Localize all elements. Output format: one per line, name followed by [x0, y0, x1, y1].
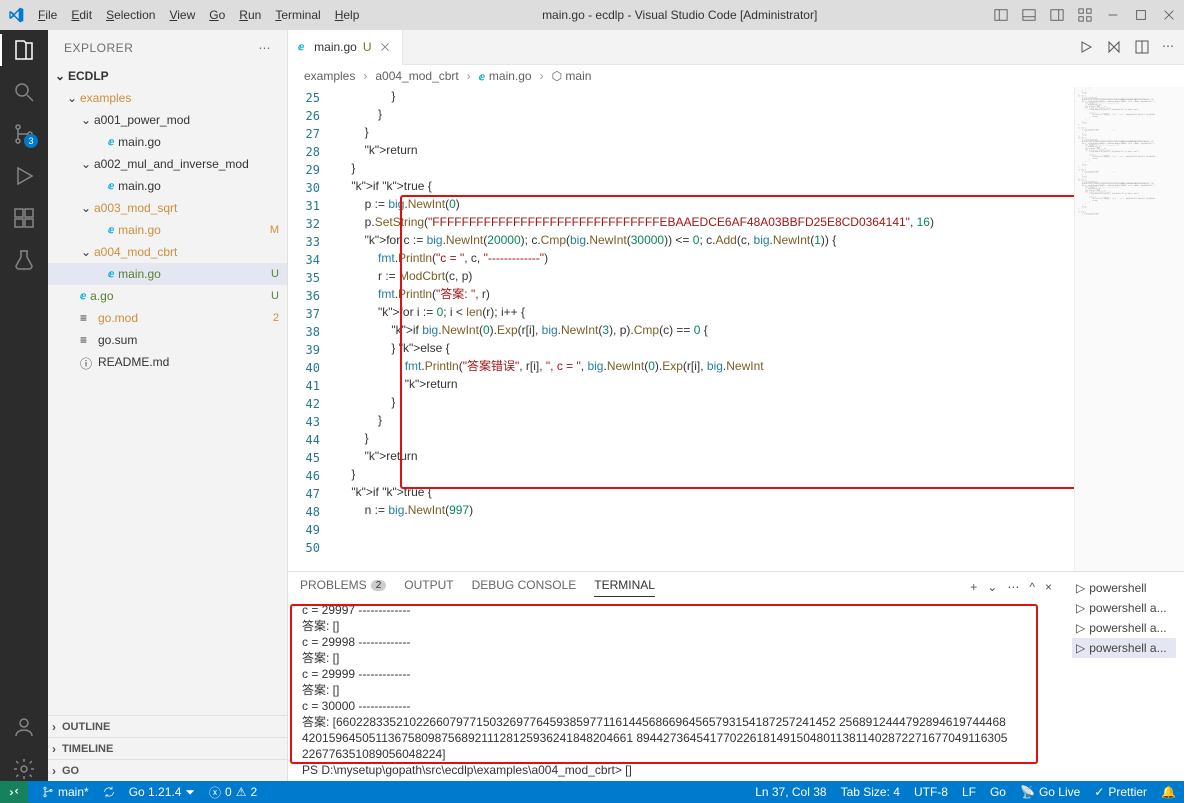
sidebar-section[interactable]: › OUTLINE [48, 715, 287, 737]
maximize-panel-icon[interactable]: ^ [1029, 580, 1035, 594]
split-icon[interactable] [1134, 39, 1150, 55]
search-icon[interactable] [12, 80, 36, 104]
explorer-header: EXPLORER ⋯ [48, 30, 287, 65]
tab-size[interactable]: Tab Size: 4 [841, 785, 900, 799]
notifications-icon[interactable]: 🔔 [1161, 785, 1176, 799]
terminal-item[interactable]: ▷ powershell a... [1072, 618, 1176, 638]
menu-run[interactable]: Run [233, 4, 267, 26]
tree-item[interactable]: ⅇa.goU [48, 285, 287, 307]
workspace-root[interactable]: ⌄ECDLP [48, 65, 287, 87]
menu-selection[interactable]: Selection [100, 4, 161, 26]
run-debug-icon[interactable] [12, 164, 36, 188]
editor-body[interactable]: 2526272829303132333435363738394041424344… [288, 87, 1184, 571]
more-icon[interactable]: ⋯ [259, 41, 272, 55]
editor-area: ⅇ main.go U ⋯ examplesa004_mod_cbrtⅇmain… [288, 30, 1184, 781]
go-version[interactable]: Go 1.21.4 ⏷ [129, 785, 195, 800]
tree-item[interactable]: ⓘREADME.md [48, 351, 287, 373]
tree-item[interactable]: ⌄a003_mod_sqrt [48, 197, 287, 219]
file-tree: ⌄examples⌄a001_power_modⅇmain.go⌄a002_mu… [48, 87, 287, 715]
breadcrumbs[interactable]: examplesa004_mod_cbrtⅇmain.go⬡ main [288, 65, 1184, 87]
sidebar-section[interactable]: › GO [48, 759, 287, 781]
remote-button[interactable] [0, 781, 28, 803]
line-gutter: 2526272829303132333435363738394041424344… [288, 87, 338, 571]
dropdown-icon[interactable]: ⌄ [987, 580, 997, 594]
window-controls [994, 8, 1176, 22]
tree-item[interactable]: ⅇmain.go [48, 131, 287, 153]
source-control-icon[interactable]: 3 [12, 122, 36, 146]
run-icon[interactable] [1078, 39, 1094, 55]
sidebar-section[interactable]: › TIMELINE [48, 737, 287, 759]
sidebar: EXPLORER ⋯ ⌄ECDLP ⌄examples⌄a001_power_m… [48, 30, 288, 781]
menu-terminal[interactable]: Terminal [269, 4, 326, 26]
more-icon[interactable]: ⋯ [1007, 580, 1019, 594]
statusbar: main* Go 1.21.4 ⏷ ⓧ 0 ⚠ 2 Ln 37, Col 38 … [0, 781, 1184, 803]
go-icon: ⅇ [298, 42, 304, 53]
tab-debug-console[interactable]: DEBUG CONSOLE [472, 578, 577, 596]
tree-item[interactable]: ⅇmain.goM [48, 219, 287, 241]
layout-icon-3[interactable] [1050, 8, 1064, 22]
extensions-icon[interactable] [12, 206, 36, 230]
titlebar: File Edit Selection View Go Run Terminal… [0, 0, 1184, 30]
account-icon[interactable] [12, 715, 36, 739]
explorer-icon[interactable] [12, 38, 36, 62]
customize-icon[interactable] [1078, 8, 1092, 22]
tree-item[interactable]: ≡go.sum [48, 329, 287, 351]
tree-item[interactable]: ≡go.mod2 [48, 307, 287, 329]
tree-item[interactable]: ⌄a004_mod_cbrt [48, 241, 287, 263]
tree-item[interactable]: ⌄examples [48, 87, 287, 109]
menubar: File Edit Selection View Go Run Terminal… [32, 4, 365, 26]
settings-icon[interactable] [12, 757, 36, 781]
close-tab-icon[interactable] [378, 40, 392, 54]
menu-edit[interactable]: Edit [65, 4, 98, 26]
scm-badge: 3 [24, 134, 38, 148]
close-panel-icon[interactable]: × [1045, 580, 1052, 594]
tab-main-go[interactable]: ⅇ main.go U [288, 30, 403, 65]
sync-icon[interactable] [103, 786, 115, 798]
terminal-item[interactable]: ▷ powershell a... [1072, 638, 1176, 658]
layout-icon-2[interactable] [1022, 8, 1036, 22]
tree-item[interactable]: ⅇmain.go [48, 175, 287, 197]
menu-help[interactable]: Help [329, 4, 366, 26]
tree-item[interactable]: ⅇmain.goU [48, 263, 287, 285]
code-content[interactable]: } } } "k">return } "k">if "k">true { p :… [338, 87, 1074, 571]
tab-problems[interactable]: PROBLEMS2 [300, 578, 386, 596]
minimize-icon[interactable] [1106, 8, 1120, 22]
more-icon[interactable]: ⋯ [1162, 39, 1174, 55]
vscode-logo [8, 7, 24, 23]
go-live[interactable]: 📡 Go Live [1020, 785, 1080, 799]
menu-go[interactable]: Go [203, 4, 231, 26]
cursor-pos[interactable]: Ln 37, Col 38 [755, 785, 826, 799]
language-mode[interactable]: Go [990, 785, 1006, 799]
new-terminal-icon[interactable]: + [970, 580, 977, 594]
close-icon[interactable] [1162, 8, 1176, 22]
window-title: main.go - ecdlp - Visual Studio Code [Ad… [365, 8, 994, 22]
git-branch[interactable]: main* [42, 785, 89, 799]
testing-icon[interactable] [12, 248, 36, 272]
terminal-content[interactable]: c = 29997 -------------答案: []c = 29998 -… [288, 602, 1064, 781]
tree-item[interactable]: ⌄a001_power_mod [48, 109, 287, 131]
panel-tabs: PROBLEMS2 OUTPUT DEBUG CONSOLE TERMINAL … [288, 572, 1064, 602]
eol[interactable]: LF [962, 785, 976, 799]
compare-icon[interactable] [1106, 39, 1122, 55]
layout-icon[interactable] [994, 8, 1008, 22]
terminal-item[interactable]: ▷ powershell a... [1072, 598, 1176, 618]
menu-view[interactable]: View [163, 4, 201, 26]
terminal-item[interactable]: ▷ powershell [1072, 578, 1176, 598]
tab-bar: ⅇ main.go U ⋯ [288, 30, 1184, 65]
tab-output[interactable]: OUTPUT [404, 578, 453, 596]
menu-file[interactable]: File [32, 4, 63, 26]
terminal-list: ▷ powershell▷ powershell a...▷ powershel… [1064, 572, 1184, 781]
activitybar: 3 [0, 30, 48, 781]
minimap[interactable]: } } } return } if true { p := big.NewInt… [1074, 87, 1184, 571]
maximize-icon[interactable] [1134, 8, 1148, 22]
problems-status[interactable]: ⓧ 0 ⚠ 2 [209, 784, 257, 801]
tab-terminal[interactable]: TERMINAL [594, 578, 655, 597]
panel: PROBLEMS2 OUTPUT DEBUG CONSOLE TERMINAL … [288, 571, 1184, 781]
encoding[interactable]: UTF-8 [914, 785, 948, 799]
tree-item[interactable]: ⌄a002_mul_and_inverse_mod [48, 153, 287, 175]
prettier[interactable]: ✓ Prettier [1094, 785, 1147, 799]
